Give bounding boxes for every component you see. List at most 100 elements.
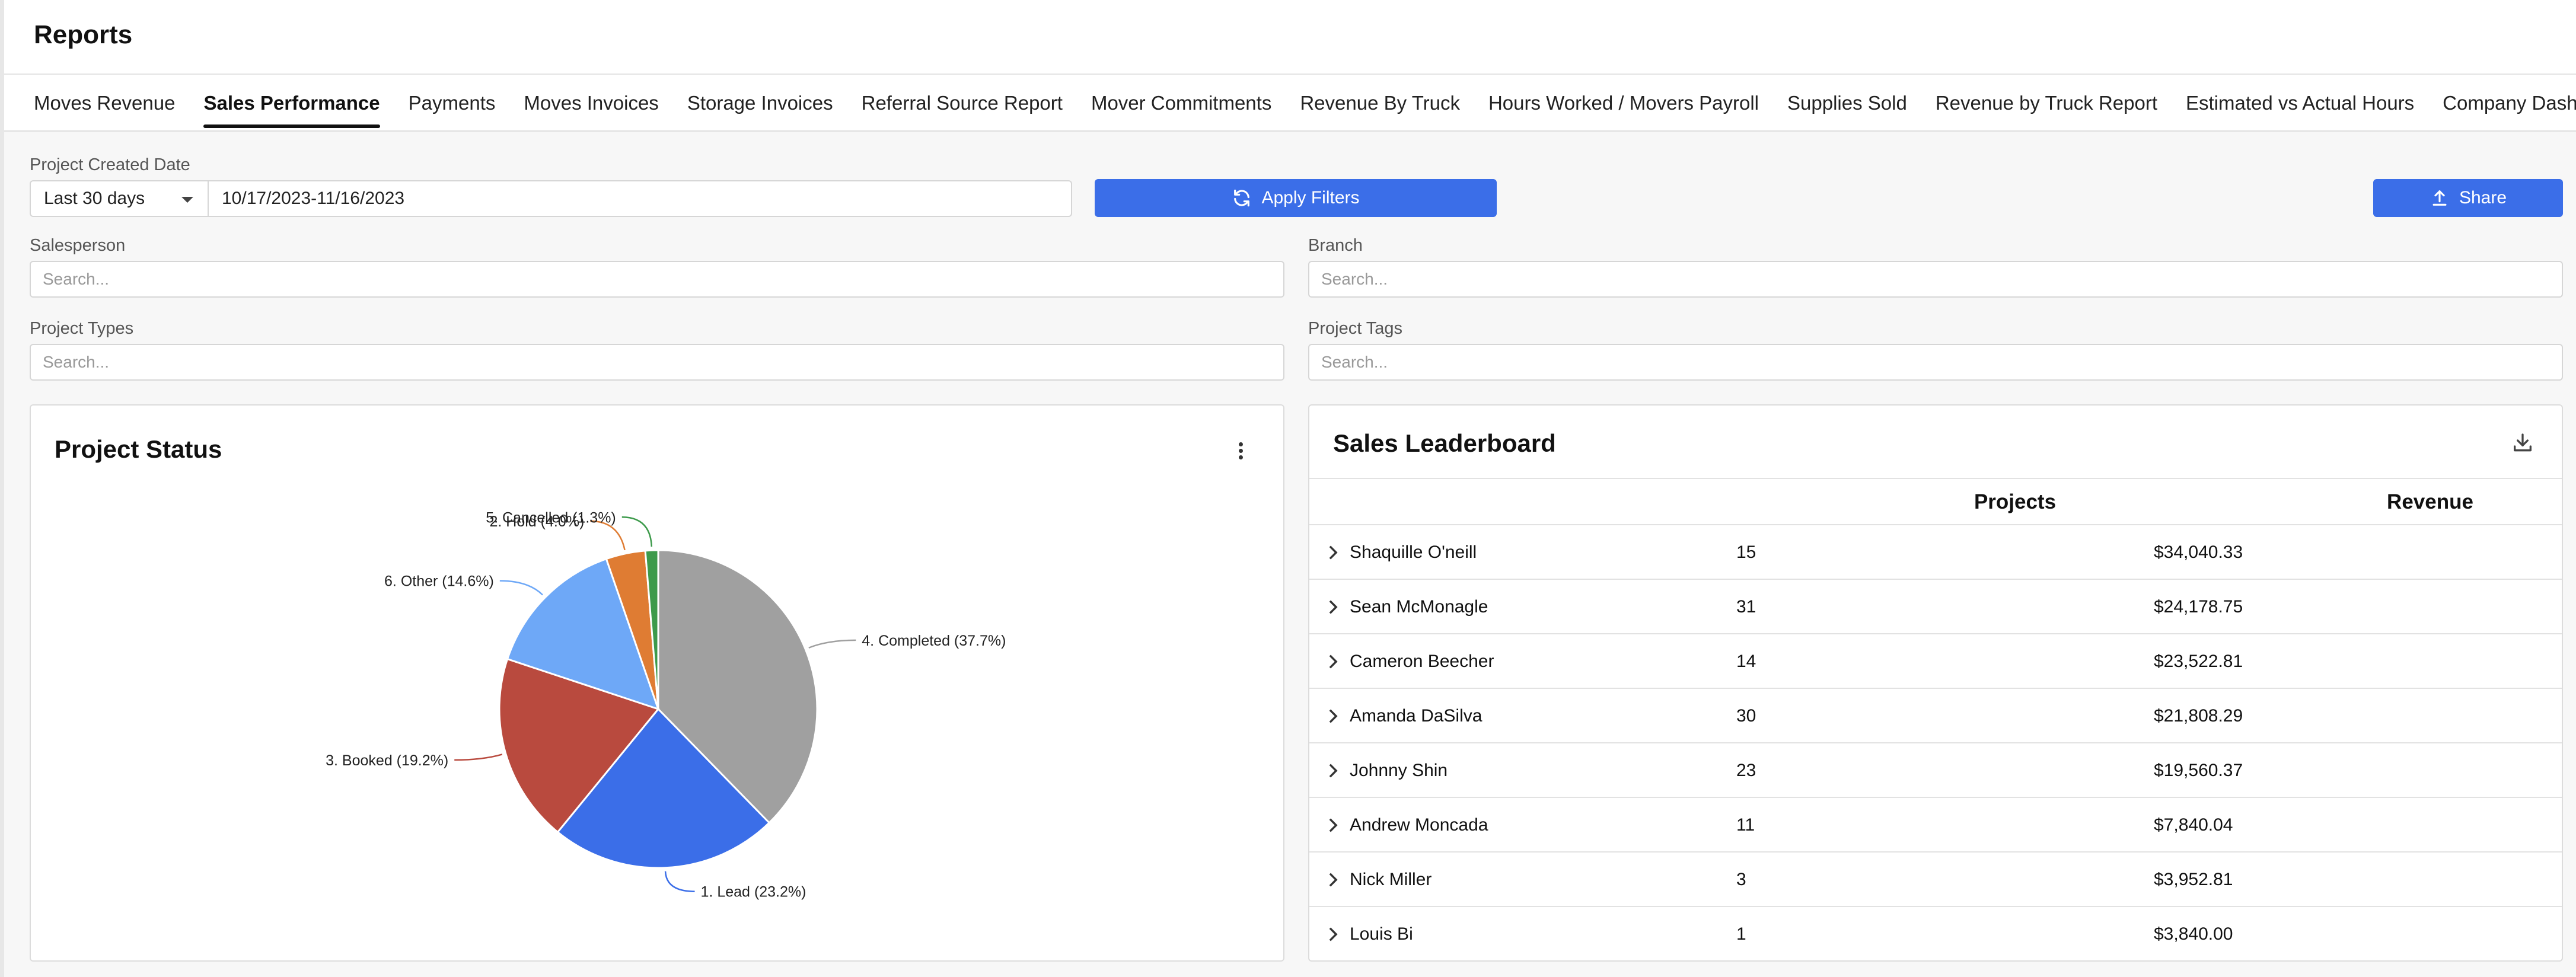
tab-estimated-vs-actual-hours[interactable]: Estimated vs Actual Hours <box>2186 75 2414 132</box>
revenue-value: $7,840.04 <box>2154 815 2233 835</box>
leaderboard-row[interactable]: Sean McMonagle 31 $24,178.75 <box>1309 580 2562 634</box>
pie-slice-label: 3. Booked (19.2%) <box>326 752 448 769</box>
salesperson-name: Amanda DaSilva <box>1350 706 1483 726</box>
salesperson-search-input[interactable] <box>31 262 1283 296</box>
revenue-value: $24,178.75 <box>2154 597 2243 617</box>
tab-hours-worked-movers-payroll[interactable]: Hours Worked / Movers Payroll <box>1488 75 1759 132</box>
caret-down-icon <box>181 197 193 203</box>
chevron-right-icon[interactable] <box>1327 873 1339 887</box>
salesperson-name: Andrew Moncada <box>1350 815 1488 835</box>
project-status-card: Project Status 4. Completed (37.7%) 1. Le… <box>30 404 1284 962</box>
sales-leaderboard-title: Sales Leaderboard <box>1333 429 1556 457</box>
app: Reports Moves Revenue Sales Performance Pa… <box>0 0 2576 977</box>
column-header-revenue[interactable]: Revenue <box>2317 479 2543 525</box>
salesperson-name: Shaquille O'neill <box>1350 542 1477 562</box>
projects-count: 31 <box>1736 597 1756 617</box>
chevron-right-icon[interactable] <box>1327 927 1339 941</box>
top-bar: Reports <box>4 0 2576 75</box>
projects-count: 14 <box>1736 652 1756 671</box>
projects-count: 30 <box>1736 706 1756 726</box>
project-tags-field <box>1308 344 2563 381</box>
projects-count: 1 <box>1736 924 1746 944</box>
projects-count: 23 <box>1736 761 1756 780</box>
pie-slice-label: 4. Completed (37.7%) <box>862 633 1006 649</box>
chevron-right-icon[interactable] <box>1327 600 1339 614</box>
tab-mover-commitments[interactable]: Mover Commitments <box>1091 75 1271 132</box>
date-range-select-value: Last 30 days <box>44 189 145 208</box>
pie-label-leader <box>808 639 856 649</box>
tab-revenue-by-truck-report[interactable]: Revenue by Truck Report <box>1936 75 2157 132</box>
share-label: Share <box>2459 188 2507 207</box>
revenue-value: $3,952.81 <box>2154 870 2233 889</box>
upload-icon <box>2432 190 2447 206</box>
revenue-value: $21,808.29 <box>2154 706 2243 726</box>
tab-company-dashboard[interactable]: Company Dashboard <box>2443 75 2576 132</box>
tab-supplies-sold[interactable]: Supplies Sold <box>1787 75 1907 132</box>
project-types-search-input[interactable] <box>31 345 1283 379</box>
pie-label-leader <box>454 753 503 761</box>
chevron-right-icon[interactable] <box>1327 709 1339 723</box>
page-title: Reports <box>34 20 133 49</box>
chevron-right-icon[interactable] <box>1327 764 1339 778</box>
refresh-icon <box>1234 189 1250 207</box>
revenue-value: $23,522.81 <box>2154 652 2243 671</box>
sales-leaderboard-card: Sales Leaderboard Projects Revenue Shaqu… <box>1308 404 2563 962</box>
pie-label-leader <box>499 580 543 596</box>
projects-count: 11 <box>1736 815 1755 835</box>
salesperson-field <box>30 261 1284 298</box>
leaderboard-row[interactable]: Cameron Beecher 14 $23,522.81 <box>1309 634 2562 689</box>
tab-revenue-by-truck[interactable]: Revenue By Truck <box>1300 75 1460 132</box>
tab-referral-source-report[interactable]: Referral Source Report <box>862 75 1063 132</box>
tab-sales-performance[interactable]: Sales Performance <box>203 75 380 132</box>
salesperson-name: Louis Bi <box>1350 924 1413 944</box>
salesperson-label: Salesperson <box>30 236 126 255</box>
date-range-filter: Last 30 days 10/17/2023-11/16/2023 <box>30 180 1072 217</box>
date-range-select[interactable]: Last 30 days <box>31 181 209 216</box>
projects-count: 3 <box>1736 870 1746 889</box>
leaderboard-row[interactable]: Andrew Moncada 11 $7,840.04 <box>1309 798 2562 853</box>
share-button[interactable]: Share <box>2373 179 2563 217</box>
pie-slice-label: 6. Other (14.6%) <box>384 573 494 590</box>
tab-payments[interactable]: Payments <box>409 75 496 132</box>
project-created-date-label: Project Created Date <box>30 155 190 174</box>
projects-count: 15 <box>1736 542 1756 562</box>
download-icon[interactable] <box>2511 432 2534 455</box>
project-tags-search-input[interactable] <box>1309 345 2562 379</box>
salesperson-name: Nick Miller <box>1350 870 1432 889</box>
chevron-right-icon[interactable] <box>1327 654 1339 669</box>
project-types-label: Project Types <box>30 319 134 338</box>
leaderboard-row[interactable]: Nick Miller 3 $3,952.81 <box>1309 853 2562 907</box>
pie-label-leader <box>621 516 653 547</box>
project-status-pie-chart: 4. Completed (37.7%) 1. Lead (23.2%) 3. Bo… <box>326 509 1006 901</box>
chevron-right-icon[interactable] <box>1327 545 1339 560</box>
leaderboard-row[interactable]: Shaquille O'neill 15 $34,040.33 <box>1309 525 2562 580</box>
apply-filters-label: Apply Filters <box>1261 188 1360 207</box>
salesperson-name: Cameron Beecher <box>1350 652 1494 671</box>
leaderboard-row[interactable]: Louis Bi 1 $3,840.00 <box>1309 907 2562 960</box>
project-types-field <box>30 344 1284 381</box>
filters-panel: Project Created Date Last 30 days 10/17/… <box>0 132 2576 404</box>
branch-label: Branch <box>1308 236 1363 255</box>
column-header-projects[interactable]: Projects <box>1902 479 2128 525</box>
salesperson-name: Johnny Shin <box>1350 761 1448 780</box>
pie-slice-label: 1. Lead (23.2%) <box>701 884 806 901</box>
tab-moves-revenue[interactable]: Moves Revenue <box>34 75 175 132</box>
pie-label-leader <box>664 871 695 892</box>
apply-filters-button[interactable]: Apply Filters <box>1095 179 1497 217</box>
tab-list: Moves Revenue Sales Performance Payments Mo… <box>34 75 2576 132</box>
revenue-value: $3,840.00 <box>2154 924 2233 944</box>
tab-moves-invoices[interactable]: Moves Invoices <box>524 75 658 132</box>
project-tags-label: Project Tags <box>1308 319 1403 338</box>
revenue-value: $19,560.37 <box>2154 761 2243 780</box>
chevron-right-icon[interactable] <box>1327 818 1339 832</box>
salesperson-name: Sean McMonagle <box>1350 597 1488 617</box>
pie-slice-label: 5. Cancelled (1.3%) <box>486 509 616 526</box>
leaderboard-header-row: Projects Revenue <box>1309 478 2562 525</box>
branch-search-input[interactable] <box>1309 262 2562 296</box>
tab-storage-invoices[interactable]: Storage Invoices <box>687 75 833 132</box>
leaderboard-row[interactable]: Johnny Shin 23 $19,560.37 <box>1309 743 2562 798</box>
report-tabs: Moves Revenue Sales Performance Payments Mo… <box>4 75 2576 132</box>
leaderboard-row[interactable]: Amanda DaSilva 30 $21,808.29 <box>1309 689 2562 743</box>
date-range-input[interactable]: 10/17/2023-11/16/2023 <box>209 181 1071 216</box>
branch-field <box>1308 261 2563 298</box>
